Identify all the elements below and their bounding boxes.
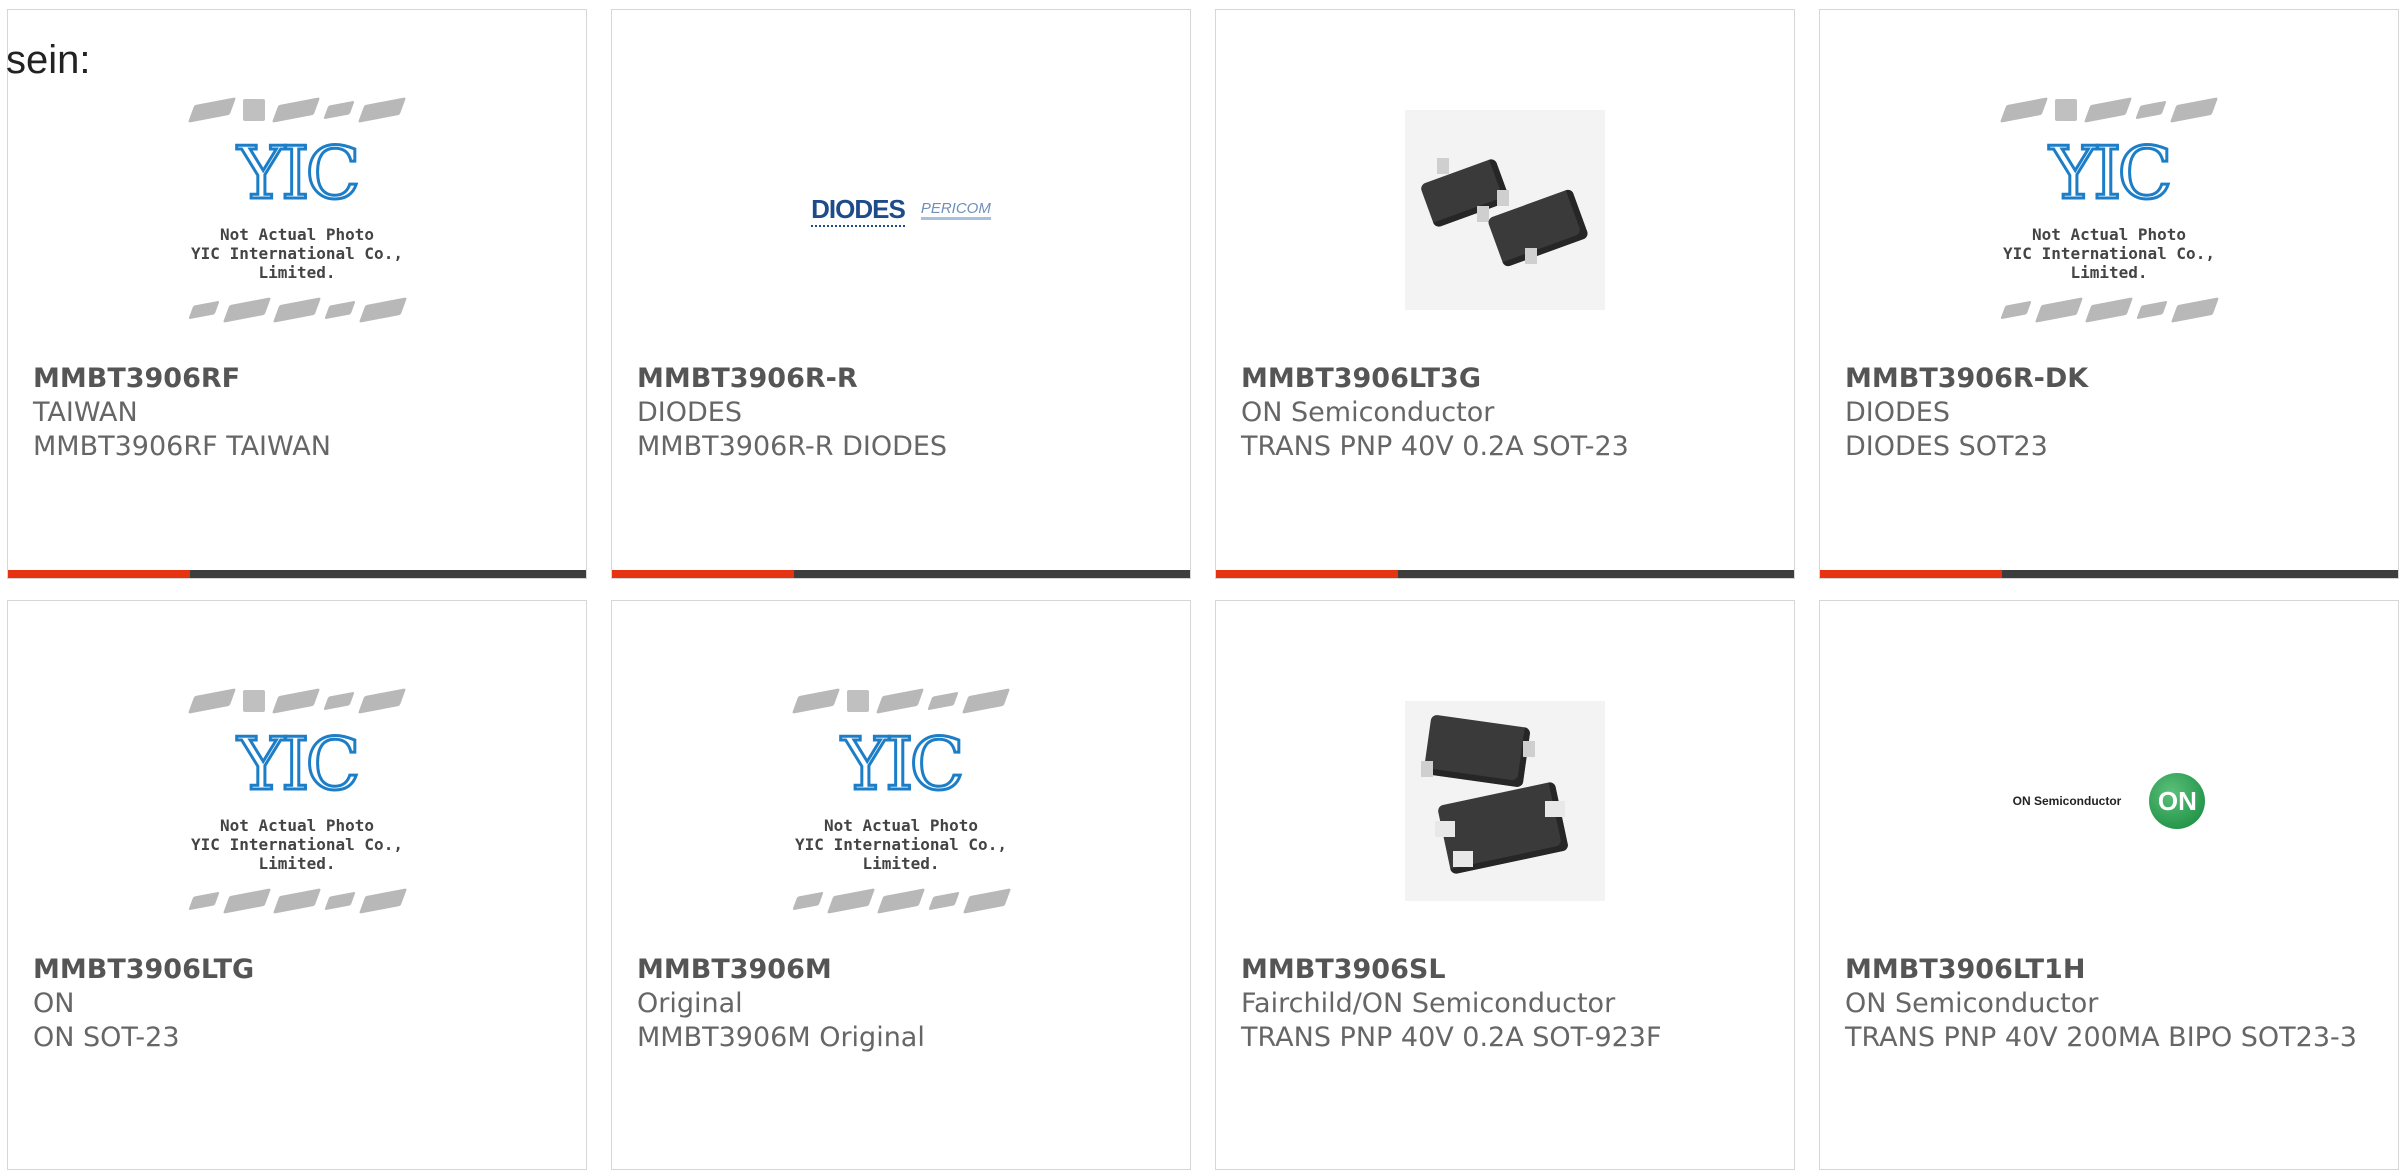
yic-placeholder-image: YIC Not Actual Photo YIC International Co…: [162, 85, 432, 335]
manufacturer: DIODES: [637, 397, 742, 428]
manufacturer: ON Semiconductor: [1845, 988, 2099, 1019]
manufacturer: ON Semiconductor: [1241, 397, 1495, 428]
part-number-link[interactable]: MMBT3906LT1H: [1845, 953, 2388, 987]
product-card[interactable]: YIC Not Actual Photo YIC International Co…: [7, 9, 587, 579]
image-caption-line: YIC International Co., Limited.: [2003, 244, 2215, 282]
image-caption-line: YIC International Co., Limited.: [191, 244, 403, 282]
product-card[interactable]: YIC Not Actual Photo YIC International Co…: [1819, 9, 2399, 579]
manufacturer: Fairchild/ON Semiconductor: [1241, 988, 1616, 1019]
product-card[interactable]: ON Semiconductor ON MMBT3906LT1H ON Semi…: [1819, 600, 2399, 1170]
manufacturer: DIODES: [1845, 397, 1950, 428]
product-card[interactable]: YIC Not Actual Photo YIC International Co…: [7, 600, 587, 1170]
image-caption-line: Not Actual Photo: [219, 225, 375, 244]
part-description: DIODES SOT23: [1845, 431, 2048, 462]
card-bar: [1216, 570, 1794, 578]
yic-placeholder-image: YIC Not Actual Photo YIC International Co…: [1974, 85, 2244, 335]
yic-logo: YIC: [236, 131, 362, 215]
product-card[interactable]: MMBT3906SL Fairchild/ON Semiconductor TR…: [1215, 600, 1795, 1170]
image-caption-line: Not Actual Photo: [823, 816, 979, 835]
product-image: [1216, 60, 1794, 360]
yic-logo: YIC: [2048, 131, 2174, 215]
product-image: YIC Not Actual Photo YIC International Co…: [1820, 60, 2398, 360]
product-image: YIC Not Actual Photo YIC International Co…: [8, 60, 586, 360]
product-image: ON Semiconductor ON: [1820, 651, 2398, 951]
part-description: MMBT3906M Original: [637, 1022, 925, 1053]
manufacturer: TAIWAN: [33, 397, 138, 428]
product-image: [1216, 651, 1794, 951]
part-description: TRANS PNP 40V 0.2A SOT-923F: [1241, 1022, 1662, 1053]
part-number-link[interactable]: MMBT3906LT3G: [1241, 362, 1784, 396]
on-semiconductor-logo: ON Semiconductor ON: [2013, 773, 2206, 829]
part-number-link[interactable]: MMBT3906LTG: [33, 953, 576, 987]
manufacturer: ON: [33, 988, 75, 1019]
yic-logo: YIC: [236, 722, 362, 806]
product-card[interactable]: MMBT3906LT3G ON Semiconductor TRANS PNP …: [1215, 9, 1795, 579]
card-bar: [1820, 570, 2398, 578]
on-badge-icon: ON: [2149, 773, 2206, 829]
part-number-link[interactable]: MMBT3906R-DK: [1845, 362, 2388, 396]
part-description: ON SOT-23: [33, 1022, 180, 1053]
yic-logo: YIC: [840, 722, 966, 806]
part-description: MMBT3906RF TAIWAN: [33, 431, 331, 462]
yic-placeholder-image: YIC Not Actual Photo YIC International Co…: [162, 676, 432, 926]
image-caption-line: Not Actual Photo: [2031, 225, 2187, 244]
part-number-link[interactable]: MMBT3906M: [637, 953, 1180, 987]
part-number-link[interactable]: MMBT3906RF: [33, 362, 576, 396]
section-label: sein:: [6, 38, 91, 82]
product-image: DIODES PERICOM: [612, 60, 1190, 360]
image-caption-line: YIC International Co., Limited.: [795, 835, 1007, 873]
product-card[interactable]: YIC Not Actual Photo YIC International Co…: [611, 600, 1191, 1170]
part-number-link[interactable]: MMBT3906SL: [1241, 953, 1784, 987]
image-caption-line: Not Actual Photo: [219, 816, 375, 835]
sot23-photo: [1405, 110, 1605, 310]
part-number-link[interactable]: MMBT3906R-R: [637, 362, 1180, 396]
diodes-logo: DIODES PERICOM: [811, 194, 991, 227]
product-card[interactable]: DIODES PERICOM MMBT3906R-R DIODES MMBT39…: [611, 9, 1191, 579]
card-bar: [8, 570, 586, 578]
part-description: MMBT3906R-R DIODES: [637, 431, 948, 462]
card-bar: [612, 570, 1190, 578]
yic-placeholder-image: YIC Not Actual Photo YIC International Co…: [766, 676, 1036, 926]
manufacturer: Original: [637, 988, 743, 1019]
product-image: YIC Not Actual Photo YIC International Co…: [612, 651, 1190, 951]
product-image: YIC Not Actual Photo YIC International Co…: [8, 651, 586, 951]
part-description: TRANS PNP 40V 0.2A SOT-23: [1241, 431, 1629, 462]
part-description: TRANS PNP 40V 200MA BIPO SOT23-3: [1845, 1022, 2357, 1053]
sot923-photo: [1405, 701, 1605, 901]
image-caption-line: YIC International Co., Limited.: [191, 835, 403, 873]
